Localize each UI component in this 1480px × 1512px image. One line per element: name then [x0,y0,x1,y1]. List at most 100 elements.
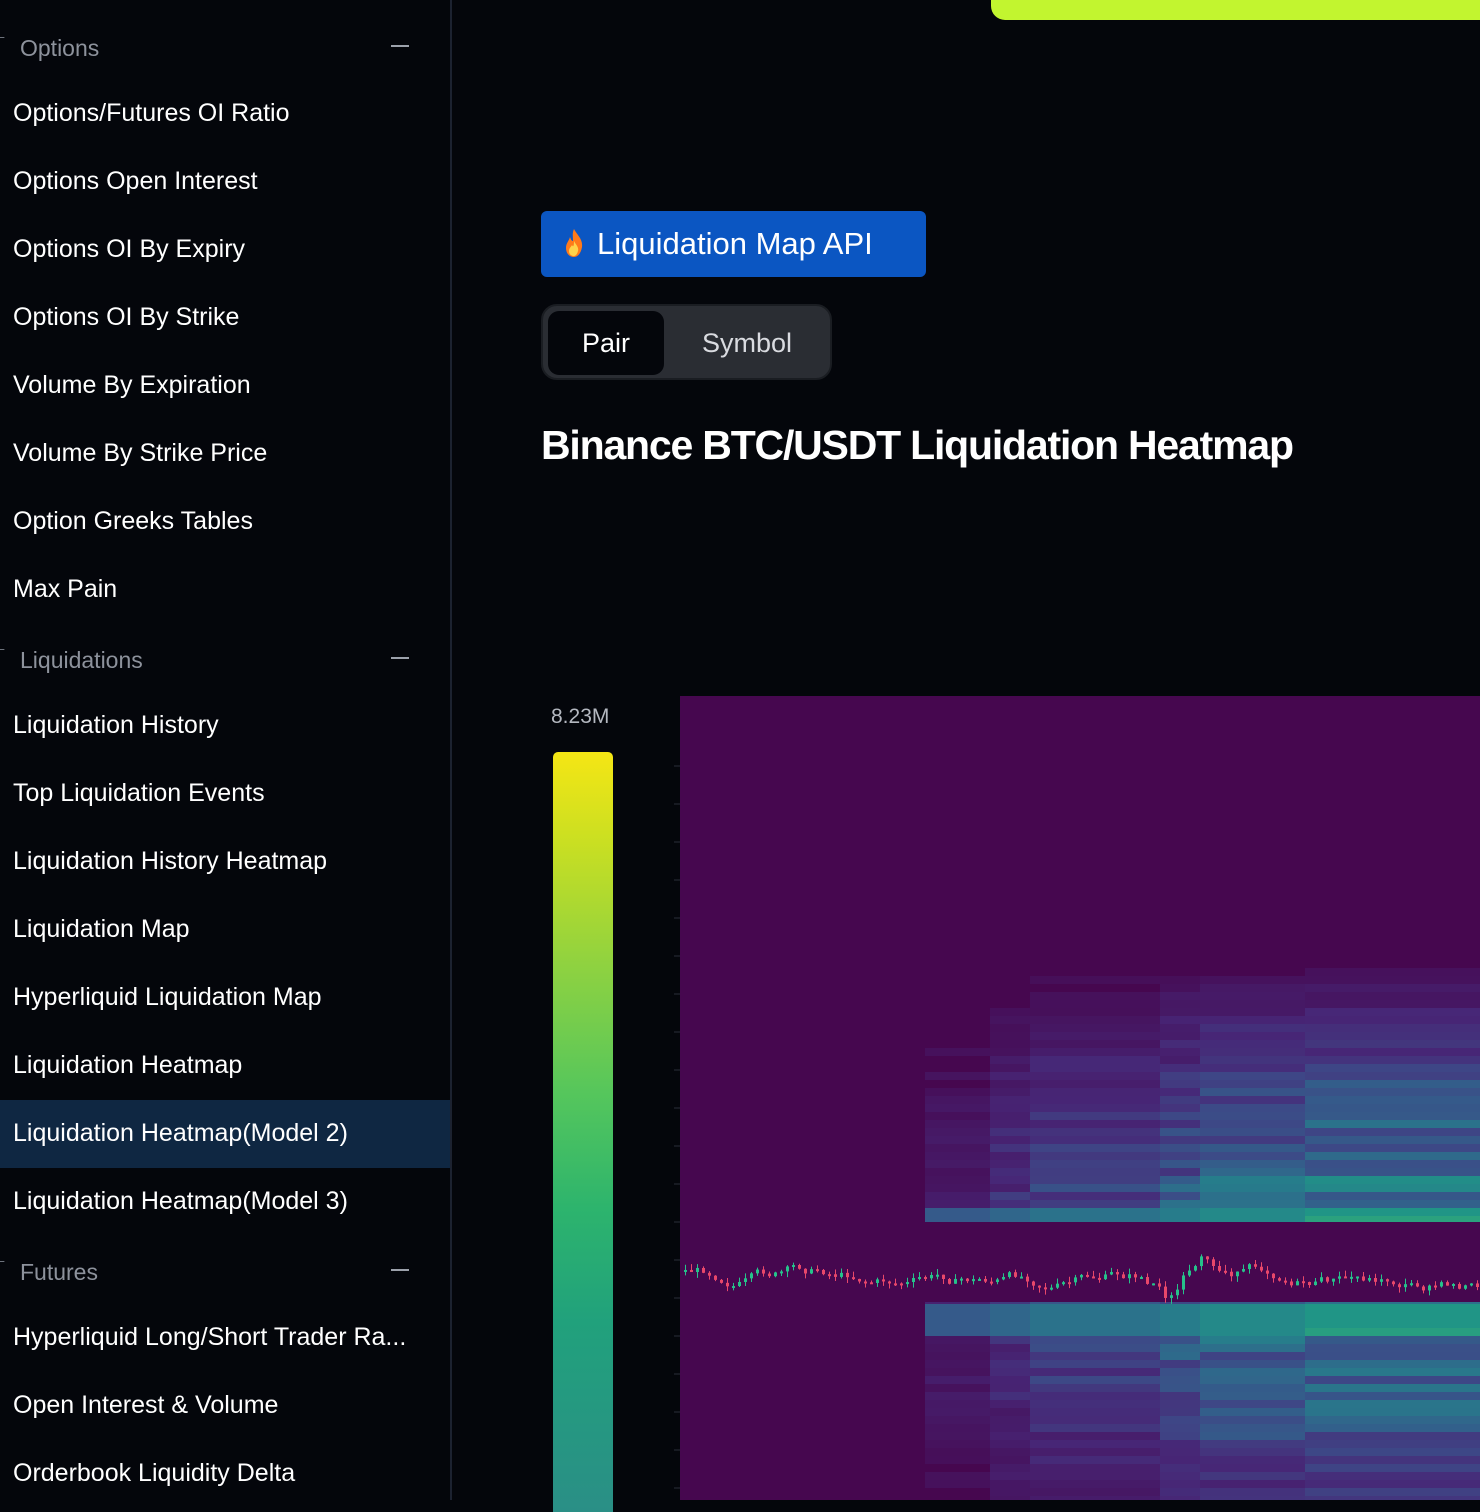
sidebar-item-hyperliquid-long-short-trader-ratio[interactable]: Hyperliquid Long/Short Trader Ra... [0,1305,450,1371]
section-marker-icon: ⌐ [0,1253,5,1269]
heatmap-cell [990,1488,1030,1496]
sidebar-item-open-interest-volume[interactable]: Open Interest & Volume [0,1373,450,1439]
sidebar-item-max-pain[interactable]: Max Pain [0,557,450,623]
heatmap-cell [990,1112,1030,1120]
candlestick [846,1272,849,1278]
heatmap-cell [1305,1176,1480,1184]
toggle-option-pair[interactable]: Pair [548,311,664,375]
heatmap-cell [1305,1104,1480,1112]
sidebar-item-options-oi-by-strike[interactable]: Options OI By Strike [0,285,450,351]
sidebar-item-label: Liquidation History Heatmap [13,847,328,875]
sidebar-item-options-futures-oi-ratio[interactable]: Options/Futures OI Ratio [0,81,450,147]
heatmap-cell [1030,1072,1160,1080]
sidebar-item-option-greeks-tables[interactable]: Option Greeks Tables [0,489,450,555]
sidebar-item-liquidation-heatmap-model-3[interactable]: Liquidation Heatmap(Model 3) [0,1169,450,1235]
heatmap-cell [1160,1384,1200,1392]
candlestick [1338,1276,1341,1279]
top-accent-button[interactable] [991,0,1480,20]
collapse-icon[interactable] [391,657,409,659]
heatmap-cell [990,1432,1030,1440]
sidebar-item-liquidation-map[interactable]: Liquidation Map [0,897,450,963]
heatmap-cell [1160,1448,1200,1456]
heatmap-cell [925,1456,990,1464]
heatmap-cell [1305,1336,1480,1344]
heatmap-cell [1160,1184,1200,1192]
sidebar-item-options-oi-by-expiry[interactable]: Options OI By Expiry [0,217,450,283]
heatmap-cell [925,1200,990,1208]
heatmap-cell [1030,1080,1160,1088]
heatmap-cell [1030,1312,1160,1320]
liquidation-heatmap-chart[interactable] [680,696,1480,1500]
heatmap-cell [1160,1072,1200,1080]
candlestick [1086,1274,1089,1277]
candlestick [1182,1275,1185,1290]
heatmap-cell [1305,1472,1480,1480]
sidebar-item-options-open-interest[interactable]: Options Open Interest [0,149,450,215]
collapse-icon[interactable] [391,1269,409,1271]
heatmap-cell [1160,1104,1200,1112]
heatmap-cell [990,1080,1030,1088]
candlestick [1260,1266,1263,1271]
collapse-icon[interactable] [391,45,409,47]
candlestick [954,1278,957,1284]
candlestick [732,1286,735,1289]
heatmap-cell [1305,1496,1480,1500]
section-header-futures[interactable]: ⌐ Futures [0,1249,450,1293]
candlestick [1218,1265,1221,1271]
heatmap-cell [1030,1120,1160,1128]
heatmap-cell [925,1328,990,1336]
heatmap-cell [1030,1008,1160,1016]
candlestick [774,1272,777,1277]
section-header-liquidations[interactable]: ⌐ Liquidations [0,637,450,681]
sidebar-item-volume-by-expiration[interactable]: Volume By Expiration [0,353,450,419]
candlestick [930,1274,933,1279]
sidebar-item-label: Volume By Strike Price [13,439,268,467]
candlestick [918,1277,921,1280]
heatmap-cell [1200,1040,1305,1048]
heatmap-cell [1200,1344,1305,1352]
heatmap-cell [1160,1312,1200,1320]
heatmap-cell [925,1120,990,1128]
section-header-options[interactable]: ⌐ Options [0,25,450,69]
heatmap-cell [1305,1096,1480,1104]
heatmap-cell [990,1056,1030,1064]
heatmap-cell [1030,1088,1160,1096]
heatmap-cell [1160,1168,1200,1176]
heatmap-cell [1305,1192,1480,1200]
heatmap-cell [1030,1408,1160,1416]
sidebar-item-liquidation-history-heatmap[interactable]: Liquidation History Heatmap [0,829,450,895]
heatmap-cell [990,1480,1030,1488]
heatmap-cell [1200,1128,1305,1136]
heatmap-cell [1305,968,1480,976]
candlestick [1416,1283,1419,1287]
sidebar-item-top-liquidation-events[interactable]: Top Liquidation Events [0,761,450,827]
candlestick [1278,1278,1281,1281]
heatmap-cell [925,1344,990,1352]
heatmap-cell [1030,1384,1160,1392]
sidebar-item-liquidation-heatmap-model-2[interactable]: Liquidation Heatmap(Model 2) [0,1100,450,1168]
heatmap-cell [1160,1200,1200,1208]
sidebar-item-hyperliquid-liquidation-map[interactable]: Hyperliquid Liquidation Map [0,965,450,1031]
heatmap-cell [1160,1160,1200,1168]
toggle-option-symbol[interactable]: Symbol [667,311,827,375]
heatmap-cell [1200,1104,1305,1112]
heatmap-cell [990,1064,1030,1072]
liquidation-map-api-button[interactable]: Liquidation Map API [541,211,926,277]
candlestick [720,1279,723,1283]
heatmap-cell [1030,1360,1160,1368]
sidebar-item-label: Options Open Interest [13,167,258,195]
heatmap-cell [1305,1072,1480,1080]
sidebar-item-liquidation-heatmap[interactable]: Liquidation Heatmap [0,1033,450,1099]
candlestick [822,1269,825,1275]
sidebar-item-orderbook-liquidity-delta[interactable]: Orderbook Liquidity Delta [0,1441,450,1500]
sidebar-item-liquidation-history[interactable]: Liquidation History [0,693,450,759]
heatmap-cell [925,1480,990,1488]
heatmap-cell [1200,1480,1305,1488]
heatmap-cell [990,1184,1030,1192]
candlestick [924,1277,927,1280]
heatmap-cell [925,1136,990,1144]
heatmap-cell [990,1040,1030,1048]
heatmap-cell [1200,1192,1305,1200]
sidebar-item-volume-by-strike-price[interactable]: Volume By Strike Price [0,421,450,487]
candlestick [1002,1276,1005,1280]
